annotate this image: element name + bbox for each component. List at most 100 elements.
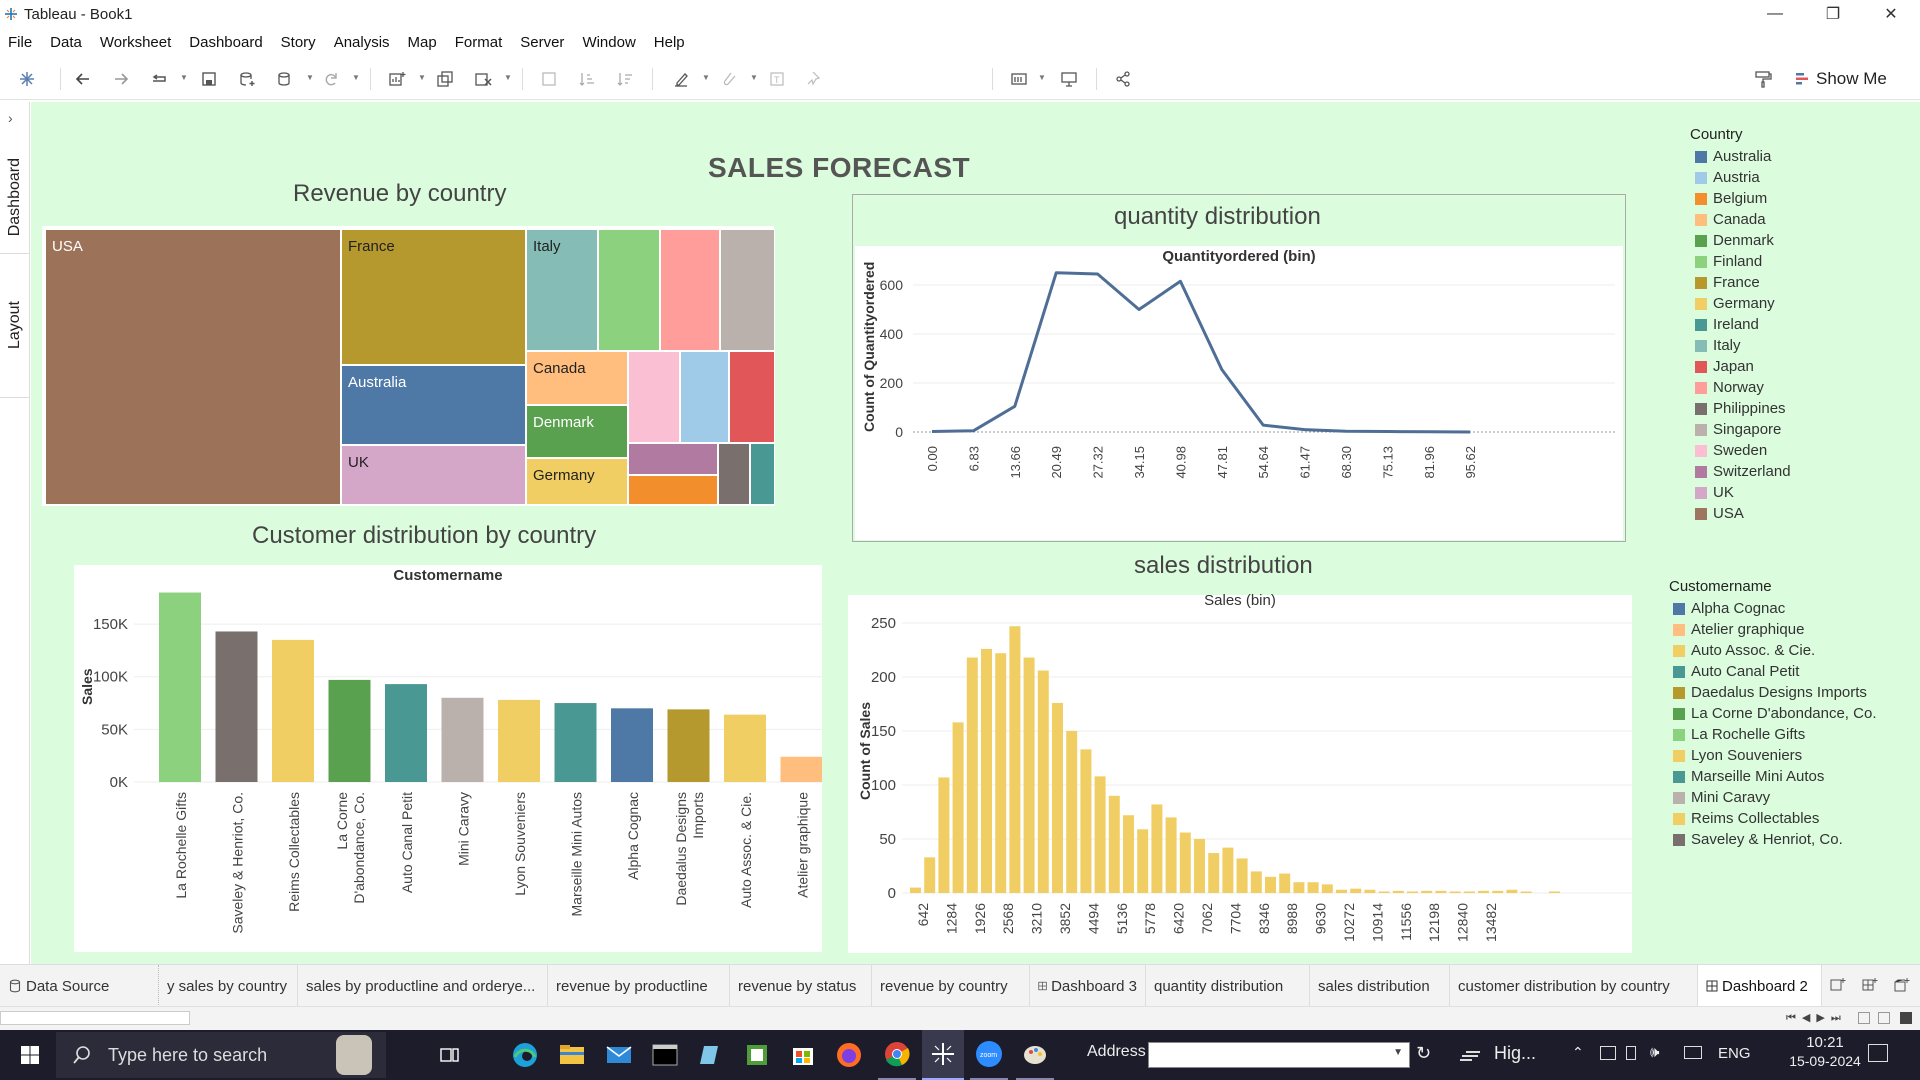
horizontal-scrollbar[interactable]: [0, 1011, 190, 1025]
treemap-tile[interactable]: [598, 229, 660, 351]
new-worksheet-tab-icon[interactable]: [1830, 977, 1846, 998]
legend-item[interactable]: Ireland: [1695, 316, 1759, 333]
treemap-tile[interactable]: [720, 229, 775, 351]
treemap-tile[interactable]: France: [341, 229, 526, 365]
tableau-taskbar-icon[interactable]: [922, 1030, 964, 1080]
taskbar-search-box[interactable]: Type here to search: [56, 1032, 386, 1078]
meet-now-icon[interactable]: [1600, 1046, 1616, 1060]
replay-icon[interactable]: [148, 68, 170, 90]
mail-icon[interactable]: [602, 1030, 636, 1080]
sheet-sorter-icon[interactable]: [1858, 1012, 1870, 1024]
save-icon[interactable]: [198, 68, 220, 90]
fix-axes-icon[interactable]: [804, 68, 826, 90]
file-explorer-icon[interactable]: [555, 1030, 589, 1080]
legend-item[interactable]: Auto Canal Petit: [1673, 663, 1799, 680]
menu-server[interactable]: Server: [511, 34, 573, 51]
refresh-address-icon[interactable]: ↻: [1416, 1043, 1431, 1064]
treemap-tile[interactable]: [628, 351, 680, 443]
zoom-icon[interactable]: zoom: [970, 1030, 1008, 1080]
legend-item[interactable]: Sweden: [1695, 442, 1767, 459]
legend-item[interactable]: Denmark: [1695, 232, 1774, 249]
undo-icon[interactable]: [72, 68, 94, 90]
treemap-tile[interactable]: [680, 351, 729, 443]
quantity-distribution-chart[interactable]: Quantityordered (bin) 0 200 400 600 Count of…: [855, 246, 1623, 540]
filmstrip-icon[interactable]: [1878, 1012, 1890, 1024]
treemap-tile[interactable]: [628, 443, 718, 475]
refresh-icon[interactable]: [320, 68, 342, 90]
treemap-tile[interactable]: Canada: [526, 351, 628, 405]
menu-help[interactable]: Help: [645, 34, 694, 51]
menu-worksheet[interactable]: Worksheet: [91, 34, 180, 51]
treemap-tile[interactable]: Australia: [341, 365, 526, 445]
volume-icon[interactable]: 🕪: [1650, 1044, 1659, 1061]
view-cards-icon[interactable]: [1008, 68, 1030, 90]
paint-roller-icon[interactable]: [1752, 68, 1774, 90]
edge-browser-icon[interactable]: [508, 1030, 542, 1080]
tab-dashboard[interactable]: Dashboard: [0, 142, 30, 254]
legend-item[interactable]: Atelier graphique: [1673, 621, 1804, 638]
legend-item[interactable]: Canada: [1695, 211, 1766, 228]
terminal-icon[interactable]: [648, 1030, 682, 1080]
tab-dashboard-3[interactable]: Dashboard 3: [1030, 965, 1146, 1007]
presentation-mode-icon[interactable]: [1058, 68, 1080, 90]
swap-rows-columns-icon[interactable]: [538, 68, 560, 90]
sheet-navigation-arrows[interactable]: ⏮◀▶⏭: [1786, 1011, 1847, 1025]
legend-item[interactable]: Norway: [1695, 379, 1764, 396]
menu-map[interactable]: Map: [399, 34, 446, 51]
menu-data[interactable]: Data: [41, 34, 91, 51]
legend-item[interactable]: Australia: [1695, 148, 1771, 165]
battery-icon[interactable]: [1626, 1046, 1636, 1060]
tab-dashboard-2[interactable]: Dashboard 2: [1698, 965, 1822, 1007]
show-hidden-icons-icon[interactable]: ⌃: [1572, 1044, 1584, 1061]
legend-item[interactable]: Mini Caravy: [1673, 789, 1770, 806]
language-indicator[interactable]: ENG: [1718, 1045, 1751, 1062]
expand-panel-icon[interactable]: ›: [8, 110, 13, 126]
address-input[interactable]: ▼: [1148, 1042, 1410, 1068]
legend-item[interactable]: Saveley & Henriot, Co.: [1673, 831, 1843, 848]
legend-item[interactable]: Italy: [1695, 337, 1741, 354]
menu-analysis[interactable]: Analysis: [325, 34, 399, 51]
network-icon[interactable]: [1684, 1046, 1702, 1059]
new-worksheet-icon[interactable]: [386, 68, 408, 90]
treemap-tile[interactable]: [718, 443, 750, 505]
new-datasource-icon[interactable]: [236, 68, 258, 90]
customer-distribution-chart[interactable]: Customername 0K 50K 100K 150K Sales La Rochel…: [74, 565, 823, 952]
tab-revenue-by-status[interactable]: revenue by status: [730, 965, 872, 1007]
tab-customer-distribution[interactable]: customer distribution by country: [1450, 965, 1698, 1007]
legend-item[interactable]: Singapore: [1695, 421, 1781, 438]
legend-item[interactable]: Germany: [1695, 295, 1775, 312]
tableau-home-icon[interactable]: [16, 68, 38, 90]
legend-item[interactable]: UK: [1695, 484, 1734, 501]
tab-sales-by-productline[interactable]: sales by productline and orderye...: [298, 965, 548, 1007]
minimize-button[interactable]: —: [1746, 0, 1804, 28]
highlight-icon[interactable]: [670, 68, 692, 90]
clock[interactable]: 10:21 15-09-2024: [1770, 1034, 1880, 1069]
treemap-tile[interactable]: UK: [341, 445, 526, 505]
legend-item[interactable]: Alpha Cognac: [1673, 600, 1785, 617]
firefox-icon[interactable]: [832, 1030, 866, 1080]
tab-layout[interactable]: Layout: [0, 254, 30, 398]
tab-quantity-distribution[interactable]: quantity distribution: [1146, 965, 1310, 1007]
menu-format[interactable]: Format: [446, 34, 512, 51]
tab-revenue-by-country[interactable]: revenue by country: [872, 965, 1030, 1007]
sort-descending-icon[interactable]: [614, 68, 636, 90]
tab-data-source[interactable]: Data Source: [0, 965, 158, 1007]
legend-item[interactable]: La Corne D'abondance, Co.: [1673, 705, 1877, 722]
sort-ascending-icon[interactable]: [576, 68, 598, 90]
treemap-tile[interactable]: USA: [45, 229, 341, 505]
redo-icon[interactable]: [110, 68, 132, 90]
treemap-tile[interactable]: [750, 443, 775, 505]
duplicate-sheet-icon[interactable]: [434, 68, 456, 90]
tab-sales-distribution[interactable]: sales distribution: [1310, 965, 1450, 1007]
maximize-button[interactable]: ❐: [1804, 0, 1862, 28]
new-story-tab-icon[interactable]: [1894, 977, 1910, 998]
store-icon[interactable]: [786, 1030, 820, 1080]
revenue-treemap[interactable]: USA France Australia UK Italy Canada Den…: [42, 226, 775, 506]
treemap-tile[interactable]: Denmark: [526, 405, 628, 458]
legend-item[interactable]: Switzerland: [1695, 463, 1791, 480]
treemap-tile[interactable]: Italy: [526, 229, 598, 351]
menu-story[interactable]: Story: [272, 34, 325, 51]
notifications-icon[interactable]: [1868, 1044, 1888, 1062]
legend-item[interactable]: Reims Collectables: [1673, 810, 1819, 827]
legend-item[interactable]: Marseille Mini Autos: [1673, 768, 1824, 785]
